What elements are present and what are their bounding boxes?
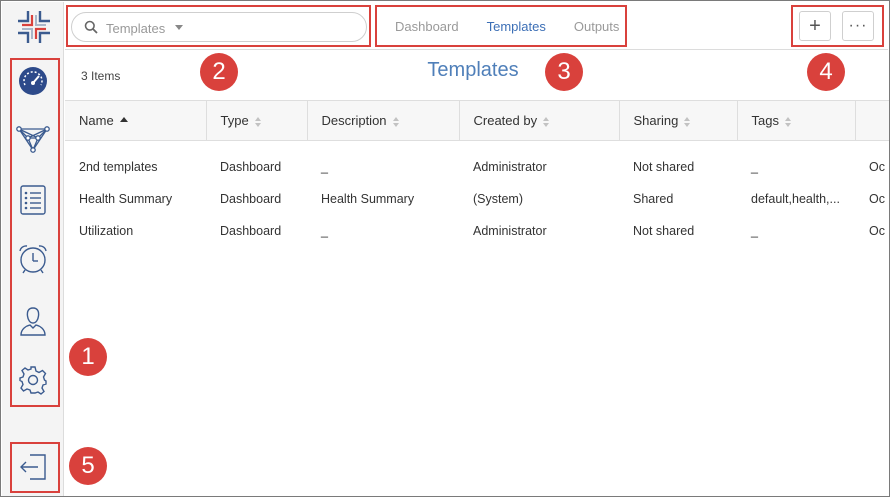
user-icon [20, 307, 46, 336]
sidebar-item-settings[interactable] [16, 363, 50, 397]
column-header-description[interactable]: Description [307, 100, 460, 141]
cell-created-by: Administrator [473, 159, 547, 174]
search-input[interactable] [106, 18, 306, 38]
app-window: Dashboard Templates Outputs + ··· 3 Item… [0, 0, 890, 497]
logout-icon [20, 454, 46, 480]
cell-tags: _ [751, 223, 758, 238]
cell-sharing: Not shared [633, 223, 695, 238]
cell-extra: Oc [869, 191, 885, 206]
sidebar-item-alarms[interactable] [16, 242, 50, 276]
search-box[interactable] [71, 12, 367, 42]
network-icon [16, 126, 50, 153]
cell-type: Dashboard [220, 191, 282, 206]
column-header-sharing[interactable]: Sharing [619, 100, 738, 141]
chevron-down-icon[interactable] [175, 25, 183, 30]
sidebar-item-dashboard[interactable] [16, 64, 50, 98]
cell-description: _ [321, 223, 328, 238]
alarm-clock-icon [19, 245, 47, 274]
cell-name: 2nd templates [79, 159, 158, 174]
cell-type: Dashboard [220, 223, 282, 238]
logout-button[interactable] [16, 450, 50, 484]
annotation-badge-4: 4 [807, 53, 845, 91]
sort-icon [543, 116, 550, 127]
sort-ascending-icon [119, 117, 128, 123]
annotation-badge-1: 1 [69, 338, 107, 376]
cell-name: Health Summary [79, 191, 173, 206]
column-header-created-by[interactable]: Created by [459, 100, 620, 141]
cell-sharing: Shared [633, 191, 674, 206]
table-row[interactable]: Utilization Dashboard _ Administrator No… [65, 215, 889, 247]
list-icon [20, 185, 46, 215]
add-button[interactable]: + [799, 11, 831, 41]
sort-icon [684, 116, 691, 127]
table-header-row: Name Type Description Created by Sharing… [65, 100, 889, 141]
cell-extra: Oc [869, 223, 885, 238]
cell-tags: default,health,... [751, 191, 840, 206]
annotation-badge-3: 3 [545, 53, 583, 91]
column-header-name[interactable]: Name [65, 100, 207, 141]
column-header-type[interactable]: Type [206, 100, 308, 141]
column-header-extra[interactable] [855, 100, 889, 141]
column-header-tags[interactable]: Tags [737, 100, 856, 141]
app-logo [14, 7, 54, 47]
speedometer-icon [19, 67, 47, 95]
sidebar-item-list[interactable] [16, 183, 50, 217]
sidebar [2, 2, 64, 496]
top-header: Dashboard Templates Outputs + ··· [65, 2, 888, 50]
cell-description: Health Summary [321, 191, 415, 206]
gear-icon [19, 366, 47, 395]
more-options-button[interactable]: ··· [842, 11, 874, 41]
search-icon [84, 20, 98, 37]
sort-icon [392, 116, 400, 127]
table-row[interactable]: Health Summary Dashboard Health Summary … [65, 183, 889, 215]
sort-icon [784, 116, 792, 127]
cell-name: Utilization [79, 223, 134, 238]
templates-table: Name Type Description Created by Sharing… [65, 100, 889, 247]
items-count: 3 Items [81, 69, 121, 83]
sidebar-item-topology[interactable] [16, 122, 50, 156]
cell-created-by: Administrator [473, 223, 547, 238]
annotation-badge-2: 2 [200, 53, 238, 91]
cell-created-by: (System) [473, 191, 523, 206]
table-row[interactable]: 2nd templates Dashboard _ Administrator … [65, 151, 889, 183]
sidebar-item-users[interactable] [16, 304, 50, 338]
cell-description: _ [321, 159, 328, 174]
cell-sharing: Not shared [633, 159, 695, 174]
cell-tags: _ [751, 159, 758, 174]
view-tabs: Dashboard Templates Outputs [381, 4, 633, 48]
tab-templates[interactable]: Templates [473, 19, 560, 34]
annotation-badge-5: 5 [69, 447, 107, 485]
page-title: Templates [427, 59, 519, 81]
sort-icon [254, 116, 262, 127]
cell-extra: Oc [869, 159, 885, 174]
tab-dashboard[interactable]: Dashboard [381, 19, 473, 34]
tab-outputs[interactable]: Outputs [560, 19, 634, 34]
cell-type: Dashboard [220, 159, 282, 174]
